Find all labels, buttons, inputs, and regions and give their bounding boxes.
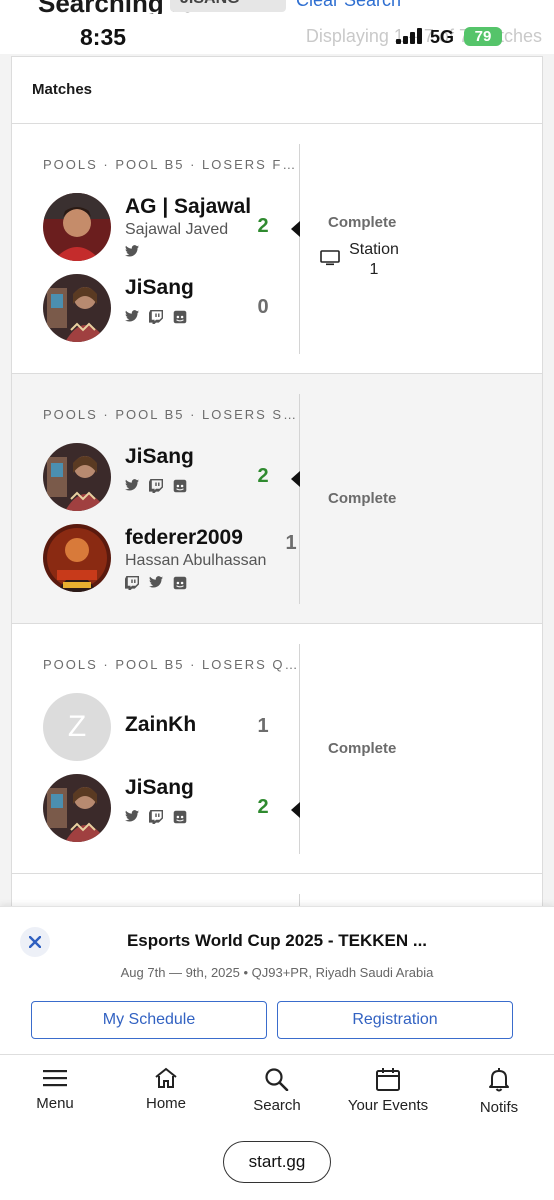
real-name: Sajawal Javed (125, 221, 229, 238)
match-set[interactable]: POOLS · POOL B5 · LOSERS FINAL AG | Saja… (12, 124, 542, 374)
discord-icon[interactable] (173, 576, 187, 590)
entrant-slot[interactable]: JiSang 2 (43, 443, 303, 513)
bell-icon (489, 1068, 509, 1092)
nav-label: Menu (36, 1095, 74, 1112)
tournament-title[interactable]: Esports World Cup 2025 - TEKKEN ... (0, 931, 554, 951)
tournament-details: Aug 7th — 9th, 2025 • QJ93+PR, Riyadh Sa… (120, 965, 434, 980)
real-name: Hassan Abulhassan (125, 552, 267, 569)
entrant-slot[interactable]: Z ZainKh 1 (43, 693, 303, 763)
score: 2 (257, 215, 269, 237)
score: 1 (257, 715, 269, 737)
avatar (43, 193, 111, 261)
search-chip-text: JISANG (180, 0, 240, 8)
match-state: Complete (328, 490, 397, 507)
avatar (43, 274, 111, 342)
twitch-icon[interactable] (149, 310, 163, 324)
match-set[interactable]: POOLS · POOL B5 · LOSERS QUARTER-FINAL Z… (12, 624, 542, 874)
winner-indicator-icon (291, 802, 300, 818)
status-bar: 8:35 Displaying 1 – 7 of 7 Matches 5G 79 (0, 14, 554, 54)
discord-icon[interactable] (173, 810, 187, 824)
twitter-icon[interactable] (125, 479, 139, 491)
score: 2 (257, 796, 269, 818)
twitter-icon[interactable] (149, 576, 163, 588)
nav-label: Search (253, 1097, 301, 1114)
entrant-slot[interactable]: federer2009 Hassan Abulhassan 1 (43, 524, 303, 594)
nav-notifs[interactable]: Notifs (444, 1067, 554, 1131)
nav-menu[interactable]: Menu (0, 1067, 110, 1131)
twitter-icon[interactable] (125, 310, 139, 322)
avatar: Z (43, 693, 111, 761)
set-round-title: POOLS · POOL B5 · LOSERS FINAL (43, 157, 298, 172)
gamer-tag[interactable]: JiSang (125, 276, 194, 300)
nav-label: Your Events (347, 1097, 429, 1114)
gamer-tag[interactable]: JiSang (125, 776, 194, 800)
search-header: Searching for: JISANG Clear Search (0, 0, 554, 14)
gamer-tag[interactable]: AG | Sajawal (125, 195, 251, 219)
set-round-title: POOLS · POOL B5 · LOSERS QUARTER-FINAL (43, 657, 298, 672)
discord-icon[interactable] (173, 310, 187, 324)
gamer-tag[interactable]: ZainKh (125, 713, 196, 737)
nav-label: Home (145, 1095, 186, 1112)
entrant-slot[interactable]: JiSang 2 (43, 774, 303, 844)
nav-home[interactable]: Home (111, 1067, 221, 1131)
tournament-banner: Esports World Cup 2025 - TEKKEN ... Aug … (0, 906, 554, 1054)
my-schedule-button[interactable]: My Schedule (31, 1001, 267, 1039)
battery-icon: 79 (464, 27, 502, 46)
gamer-tag[interactable]: federer2009 (125, 526, 243, 550)
score: 2 (257, 465, 269, 487)
twitch-icon[interactable] (149, 810, 163, 824)
winner-indicator-icon (291, 471, 300, 487)
registration-button[interactable]: Registration (277, 1001, 513, 1039)
nav-your-events[interactable]: Your Events (333, 1067, 443, 1131)
station-label: Station 1 (342, 240, 406, 280)
station-number: 1 (369, 261, 379, 278)
calendar-icon (376, 1068, 400, 1091)
matches-title: Matches (32, 81, 93, 98)
match-state: Complete (328, 740, 397, 757)
match-state: Complete (328, 214, 397, 231)
entrant-slot[interactable]: AG | Sajawal Sajawal Javed 2 (43, 193, 303, 263)
avatar (43, 443, 111, 511)
score: 1 (285, 532, 297, 554)
avatar (43, 524, 111, 592)
search-icon (265, 1068, 289, 1091)
bottom-nav: Menu Home Search Your Events Notifs star… (0, 1054, 554, 1200)
set-round-title: POOLS · POOL B5 · LOSERS SEMI-FINAL (43, 407, 298, 422)
monitor-icon (320, 250, 340, 266)
browser-url-bar[interactable]: start.gg (223, 1141, 331, 1183)
winner-indicator-icon (291, 221, 300, 237)
nav-label: Notifs (479, 1099, 519, 1116)
score: 0 (257, 296, 269, 318)
menu-icon (43, 1070, 67, 1087)
signal-icon (396, 28, 426, 44)
avatar-letter: Z (67, 710, 87, 743)
station-name: Station (349, 241, 399, 258)
home-icon (155, 1067, 177, 1088)
status-time: 8:35 (80, 24, 127, 50)
search-chip[interactable]: JISANG (170, 0, 286, 12)
discord-icon[interactable] (173, 479, 187, 493)
network-type: 5G (430, 27, 455, 47)
twitch-icon[interactable] (125, 576, 139, 590)
app-root: Searching for: JISANG Clear Search 8:35 … (0, 0, 554, 1200)
entrant-slot[interactable]: JiSang 0 (43, 274, 303, 344)
twitch-icon[interactable] (149, 479, 163, 493)
twitter-icon[interactable] (125, 810, 139, 822)
avatar (43, 774, 111, 842)
clear-search-link[interactable]: Clear Search (296, 0, 401, 11)
gamer-tag[interactable]: JiSang (125, 445, 194, 469)
nav-search[interactable]: Search (222, 1067, 332, 1131)
twitter-icon[interactable] (125, 245, 139, 257)
match-set[interactable]: POOLS · POOL B5 · LOSERS SEMI-FINAL JiSa… (12, 374, 542, 624)
